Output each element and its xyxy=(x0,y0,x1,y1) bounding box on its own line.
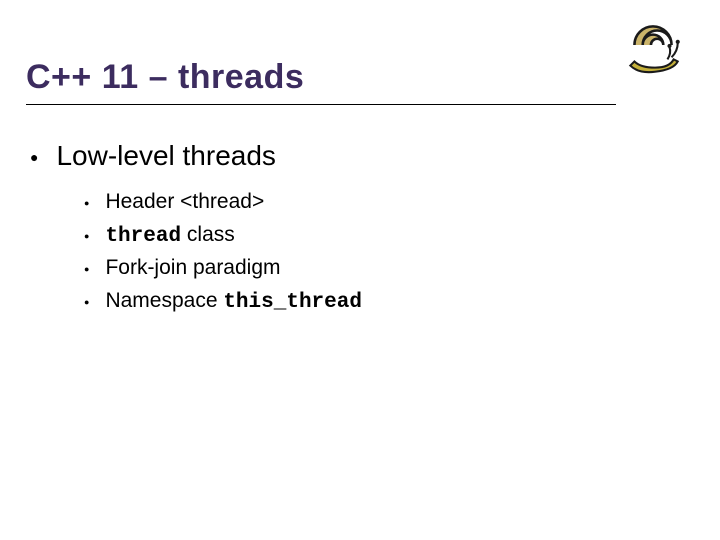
sub-list: ● Header <thread> ● thread class ● Fork-… xyxy=(80,190,694,314)
text-span: Fork-join paradigm xyxy=(105,256,280,279)
text-span: Header <thread> xyxy=(105,190,264,213)
slide-body: ● Low-level threads ● Header <thread> ● … xyxy=(26,140,694,322)
sub-item-text: Namespace this_thread xyxy=(105,289,362,314)
sub-item-text: Fork-join paradigm xyxy=(105,256,280,281)
code-span: this_thread xyxy=(223,291,362,314)
bullet-icon: ● xyxy=(84,231,89,241)
list-item: ● Low-level threads xyxy=(26,140,694,172)
bullet-icon: ● xyxy=(30,149,38,165)
snail-icon xyxy=(620,14,686,80)
list-item: ● thread class xyxy=(80,223,694,248)
bullet-icon: ● xyxy=(84,198,89,208)
list-item: ● Header <thread> xyxy=(80,190,694,215)
text-span: Namespace xyxy=(105,289,223,312)
slide-title-wrap: C++ 11 – threads xyxy=(26,58,610,97)
list-item: ● Namespace this_thread xyxy=(80,289,694,314)
text-span: class xyxy=(181,223,235,246)
list-item: ● Fork-join paradigm xyxy=(80,256,694,281)
sub-item-text: thread class xyxy=(105,223,234,248)
title-rule xyxy=(26,104,616,105)
heading-text: Low-level threads xyxy=(56,140,275,172)
code-span: thread xyxy=(105,225,181,248)
bullet-icon: ● xyxy=(84,264,89,274)
sub-item-text: Header <thread> xyxy=(105,190,264,215)
bullet-icon: ● xyxy=(84,297,89,307)
slide-title: C++ 11 – threads xyxy=(26,58,610,97)
